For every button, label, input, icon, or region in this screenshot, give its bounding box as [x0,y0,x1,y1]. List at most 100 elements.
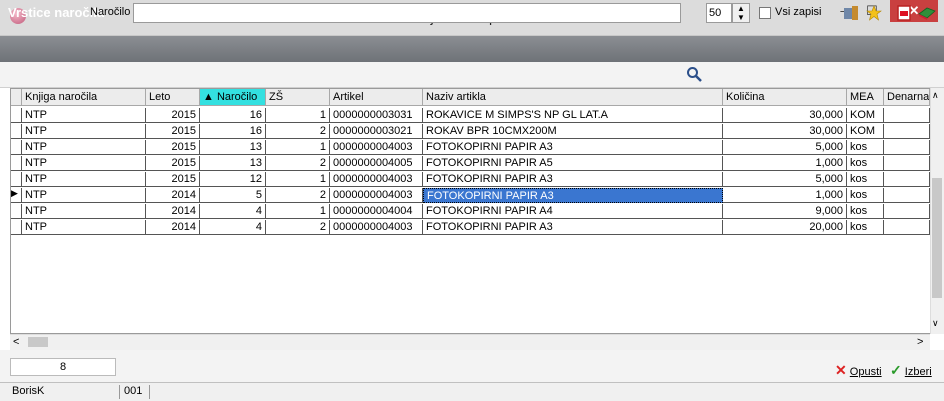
cell-book[interactable]: NTP [22,172,146,187]
column-header-book[interactable]: Knjiga naročila [22,89,146,106]
cell-currency[interactable] [884,156,930,171]
horizontal-scrollbar[interactable] [10,334,930,350]
row-indicator[interactable]: ▶ [11,188,22,203]
cell-line[interactable]: 2 [266,156,330,171]
cell-currency[interactable] [884,140,930,155]
cell-unit[interactable]: kos [847,188,884,203]
cell-quantity[interactable]: 9,000 [723,204,847,219]
column-header-article-name[interactable]: Naziv artikla [423,89,723,106]
cell-unit[interactable]: kos [847,172,884,187]
cell-quantity[interactable]: 5,000 [723,140,847,155]
cell-article-name[interactable]: ROKAVICE M SIMPS'S NP GL LAT.A [423,108,723,123]
cell-article-name[interactable]: FOTOKOPIRNI PAPIR A3 [423,220,723,235]
row-indicator[interactable] [11,172,22,187]
star-icon[interactable] [866,5,882,21]
cell-article[interactable]: 0000000004005 [330,156,423,171]
cell-article-name[interactable]: FOTOKOPIRNI PAPIR A4 [423,204,723,219]
scroll-up-icon[interactable]: ∧ [932,90,939,101]
cell-year[interactable]: 2015 [146,172,200,187]
column-header-year[interactable]: Leto [146,89,200,106]
horizontal-scroll-thumb[interactable] [28,337,48,347]
cell-unit[interactable]: kos [847,220,884,235]
cell-book[interactable]: NTP [22,156,146,171]
row-indicator[interactable] [11,140,22,155]
cell-article-name[interactable]: ROKAV BPR 10CMX200M [423,124,723,139]
record-count-input[interactable]: 50 [706,3,732,23]
cell-order[interactable]: 16 [200,108,266,123]
cell-unit[interactable]: kos [847,140,884,155]
cell-book[interactable]: NTP [22,220,146,235]
all-records-checkbox[interactable] [759,7,771,19]
cell-year[interactable]: 2014 [146,204,200,219]
cell-quantity[interactable]: 20,000 [723,220,847,235]
cell-article[interactable]: 0000000004004 [330,204,423,219]
cell-order[interactable]: 13 [200,140,266,155]
cell-line[interactable]: 2 [266,188,330,203]
cell-order[interactable]: 16 [200,124,266,139]
cell-currency[interactable] [884,124,930,139]
cell-currency[interactable] [884,172,930,187]
cell-book[interactable]: NTP [22,140,146,155]
row-indicator[interactable] [11,156,22,171]
cell-book[interactable]: NTP [22,124,146,139]
cell-quantity[interactable]: 1,000 [723,156,847,171]
cell-line[interactable]: 2 [266,124,330,139]
cell-quantity[interactable]: 30,000 [723,124,847,139]
cell-line[interactable]: 1 [266,140,330,155]
cell-currency[interactable] [884,108,930,123]
cell-article[interactable]: 0000000003031 [330,108,423,123]
column-header-article[interactable]: Artikel [330,89,423,106]
export-icon[interactable] [843,5,859,21]
row-indicator[interactable] [11,204,22,219]
column-header-order[interactable]: ▲ Naročilo [200,89,266,106]
cell-currency[interactable] [884,204,930,219]
cell-article[interactable]: 0000000004003 [330,188,423,203]
scroll-down-icon[interactable]: ∨ [932,318,939,329]
column-header-line[interactable]: ZŠ [266,89,330,106]
cell-year[interactable]: 2015 [146,124,200,139]
cell-article[interactable]: 0000000004003 [330,220,423,235]
cell-currency[interactable] [884,188,930,203]
cell-book[interactable]: NTP [22,204,146,219]
cancel-button[interactable]: ✕ Opusti [835,362,882,379]
cell-article[interactable]: 0000000004003 [330,140,423,155]
scroll-left-icon[interactable]: < [13,336,19,348]
cell-year[interactable]: 2015 [146,108,200,123]
cell-article[interactable]: 0000000004003 [330,172,423,187]
cell-book[interactable]: NTP [22,108,146,123]
cell-currency[interactable] [884,220,930,235]
cell-quantity[interactable]: 30,000 [723,108,847,123]
cell-year[interactable]: 2015 [146,156,200,171]
cell-unit[interactable]: KOM [847,108,884,123]
cell-unit[interactable]: kos [847,156,884,171]
cell-article-name[interactable]: FOTOKOPIRNI PAPIR A3 [423,172,723,187]
column-header-quantity[interactable]: Količina [723,89,847,106]
row-indicator[interactable] [11,220,22,235]
book-icon[interactable] [918,5,936,21]
cell-order[interactable]: 13 [200,156,266,171]
select-button[interactable]: ✓ Izberi [890,362,932,379]
count-stepper[interactable]: ▲ ▼ [732,3,750,23]
cell-unit[interactable]: kos [847,204,884,219]
cell-order[interactable]: 4 [200,204,266,219]
cell-year[interactable]: 2015 [146,140,200,155]
cell-line[interactable]: 2 [266,220,330,235]
cell-order[interactable]: 5 [200,188,266,203]
cell-order[interactable]: 4 [200,220,266,235]
cell-quantity[interactable]: 5,000 [723,172,847,187]
row-indicator[interactable] [11,124,22,139]
cell-order[interactable]: 12 [200,172,266,187]
cell-year[interactable]: 2014 [146,220,200,235]
scroll-right-icon[interactable]: > [917,336,923,348]
vertical-scroll-thumb[interactable] [932,178,942,298]
cell-line[interactable]: 1 [266,172,330,187]
cell-line[interactable]: 1 [266,108,330,123]
search-input[interactable] [133,3,681,23]
row-indicator[interactable] [11,108,22,123]
cell-unit[interactable]: KOM [847,124,884,139]
cell-article-name[interactable]: FOTOKOPIRNI PAPIR A3 [423,140,723,155]
cell-article-name[interactable]: FOTOKOPIRNI PAPIR A3 [423,188,723,203]
cell-article[interactable]: 0000000003021 [330,124,423,139]
cell-quantity[interactable]: 1,000 [723,188,847,203]
search-icon[interactable] [686,66,702,82]
